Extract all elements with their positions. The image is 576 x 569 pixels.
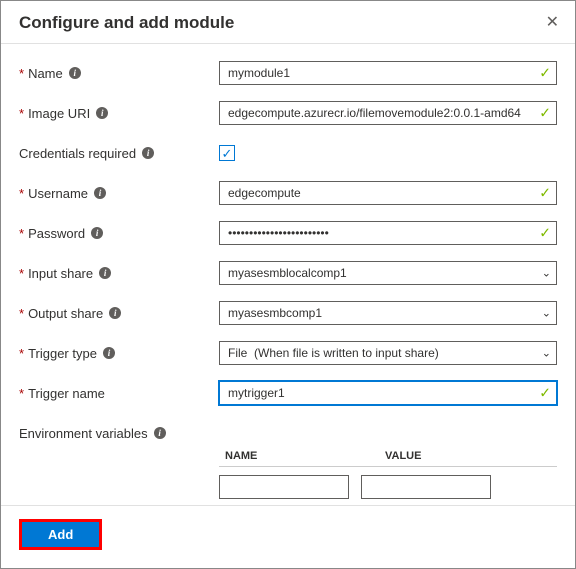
name-input[interactable]: [219, 61, 557, 85]
label-text-username: Username: [28, 186, 88, 201]
label-image-uri: * Image URI i: [19, 106, 219, 121]
dialog-title: Configure and add module: [19, 13, 234, 33]
env-vars-row: [219, 475, 557, 499]
info-icon[interactable]: i: [142, 147, 154, 159]
check-icon: ✓: [222, 147, 233, 160]
trigger-type-select[interactable]: [219, 341, 557, 365]
label-text-name: Name: [28, 66, 63, 81]
input-share-select[interactable]: [219, 261, 557, 285]
required-marker: *: [19, 66, 24, 81]
required-marker: *: [19, 266, 24, 281]
label-text-trigger-name: Trigger name: [28, 386, 105, 401]
label-text-password: Password: [28, 226, 85, 241]
row-env-vars: Environment variables i: [19, 420, 557, 446]
env-col-name: NAME: [219, 450, 379, 462]
info-icon[interactable]: i: [99, 267, 111, 279]
image-uri-input[interactable]: [219, 101, 557, 125]
env-vars-table: NAME VALUE: [219, 450, 557, 499]
env-name-input[interactable]: [219, 475, 349, 499]
add-button[interactable]: Add: [22, 522, 99, 547]
label-text-trigger-type: Trigger type: [28, 346, 97, 361]
row-trigger-name: * Trigger name ✓: [19, 380, 557, 406]
info-icon[interactable]: i: [96, 107, 108, 119]
info-icon[interactable]: i: [91, 227, 103, 239]
required-marker: *: [19, 106, 24, 121]
required-marker: *: [19, 186, 24, 201]
row-username: * Username i ✓: [19, 180, 557, 206]
row-name: * Name i ✓: [19, 60, 557, 86]
label-trigger-name: * Trigger name: [19, 386, 219, 401]
label-text-input-share: Input share: [28, 266, 93, 281]
credentials-checkbox[interactable]: ✓: [219, 145, 235, 161]
row-input-share: * Input share i ⌄: [19, 260, 557, 286]
info-icon[interactable]: i: [69, 67, 81, 79]
env-vars-header: NAME VALUE: [219, 450, 557, 467]
row-image-uri: * Image URI i ✓: [19, 100, 557, 126]
add-button-highlight: Add: [19, 519, 102, 550]
env-col-value: VALUE: [379, 450, 539, 462]
label-text-image-uri: Image URI: [28, 106, 90, 121]
row-password: * Password i ✓: [19, 220, 557, 246]
dialog-header: Configure and add module ✕: [1, 1, 575, 44]
close-icon[interactable]: ✕: [546, 15, 559, 31]
required-marker: *: [19, 346, 24, 361]
label-creds-required: Credentials required i: [19, 146, 219, 161]
row-creds-required: Credentials required i ✓: [19, 140, 557, 166]
label-text-output-share: Output share: [28, 306, 103, 321]
required-marker: *: [19, 386, 24, 401]
info-icon[interactable]: i: [109, 307, 121, 319]
output-share-select[interactable]: [219, 301, 557, 325]
label-name: * Name i: [19, 66, 219, 81]
form-area: * Name i ✓ * Image URI i ✓ Credentials r…: [1, 44, 575, 507]
dialog-footer: Add: [1, 507, 575, 568]
footer-divider: [1, 505, 575, 506]
label-output-share: * Output share i: [19, 306, 219, 321]
label-trigger-type: * Trigger type i: [19, 346, 219, 361]
required-marker: *: [19, 226, 24, 241]
required-marker: *: [19, 306, 24, 321]
label-env-vars: Environment variables i: [19, 426, 219, 441]
username-input[interactable]: [219, 181, 557, 205]
label-input-share: * Input share i: [19, 266, 219, 281]
password-input[interactable]: [219, 221, 557, 245]
env-value-input[interactable]: [361, 475, 491, 499]
row-trigger-type: * Trigger type i ⌄: [19, 340, 557, 366]
label-text-env-vars: Environment variables: [19, 426, 148, 441]
label-password: * Password i: [19, 226, 219, 241]
info-icon[interactable]: i: [94, 187, 106, 199]
label-username: * Username i: [19, 186, 219, 201]
trigger-name-input[interactable]: [219, 381, 557, 405]
row-output-share: * Output share i ⌄: [19, 300, 557, 326]
label-text-creds-required: Credentials required: [19, 146, 136, 161]
info-icon[interactable]: i: [154, 427, 166, 439]
info-icon[interactable]: i: [103, 347, 115, 359]
